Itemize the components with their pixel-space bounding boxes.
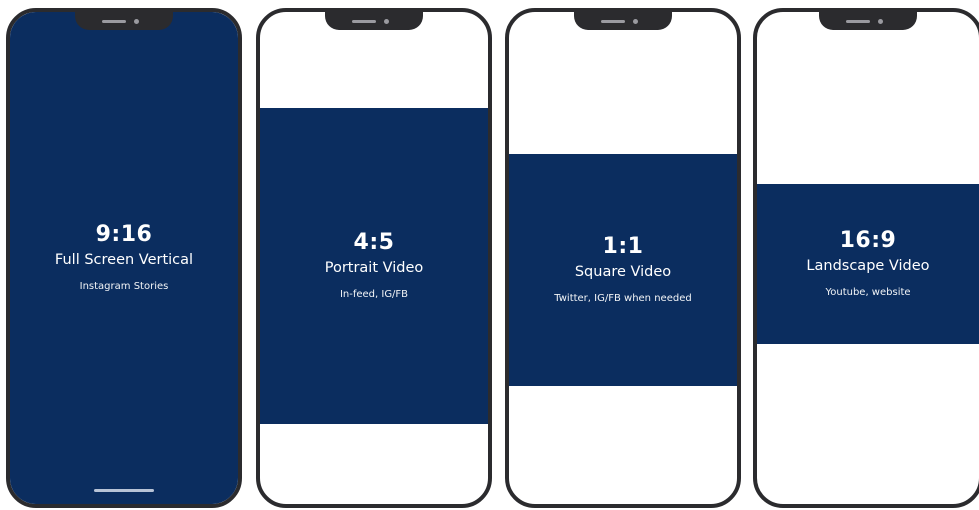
- usage-label: Instagram Stories: [79, 281, 169, 292]
- video-area-1-1: 1:1 Square Video Twitter, IG/FB when nee…: [509, 154, 737, 386]
- phone-mockup-16-9: 16:9 Landscape Video Youtube, website: [753, 8, 979, 508]
- phone-notch: [325, 12, 423, 30]
- camera-icon: [134, 19, 139, 24]
- home-indicator: [94, 489, 154, 492]
- usage-label: Youtube, website: [825, 287, 911, 298]
- speaker-icon: [352, 20, 376, 23]
- camera-icon: [878, 19, 883, 24]
- phone-notch: [574, 12, 672, 30]
- phone-mockup-1-1: 1:1 Square Video Twitter, IG/FB when nee…: [505, 8, 741, 508]
- phone-mockup-9-16: 9:16 Full Screen Vertical Instagram Stor…: [6, 8, 242, 508]
- camera-icon: [384, 19, 389, 24]
- video-area-16-9: 16:9 Landscape Video Youtube, website: [757, 184, 979, 344]
- usage-label: In-feed, IG/FB: [339, 289, 409, 300]
- format-label: Square Video: [574, 264, 672, 280]
- usage-label: Twitter, IG/FB when needed: [554, 293, 692, 304]
- aspect-ratio-label: 4:5: [353, 230, 395, 255]
- format-label: Portrait Video: [324, 260, 424, 276]
- phone-notch: [819, 12, 917, 30]
- aspect-ratio-diagram: 9:16 Full Screen Vertical Instagram Stor…: [0, 0, 979, 510]
- format-label: Landscape Video: [806, 258, 930, 274]
- camera-icon: [633, 19, 638, 24]
- aspect-ratio-label: 9:16: [95, 222, 153, 247]
- aspect-ratio-label: 1:1: [602, 234, 644, 259]
- aspect-ratio-label: 16:9: [839, 228, 897, 253]
- phone-mockup-4-5: 4:5 Portrait Video In-feed, IG/FB: [256, 8, 492, 508]
- speaker-icon: [846, 20, 870, 23]
- video-area-9-16: 9:16 Full Screen Vertical Instagram Stor…: [10, 12, 238, 504]
- speaker-icon: [102, 20, 126, 23]
- speaker-icon: [601, 20, 625, 23]
- video-area-4-5: 4:5 Portrait Video In-feed, IG/FB: [260, 108, 488, 424]
- phone-notch: [75, 12, 173, 30]
- format-label: Full Screen Vertical: [54, 252, 194, 268]
